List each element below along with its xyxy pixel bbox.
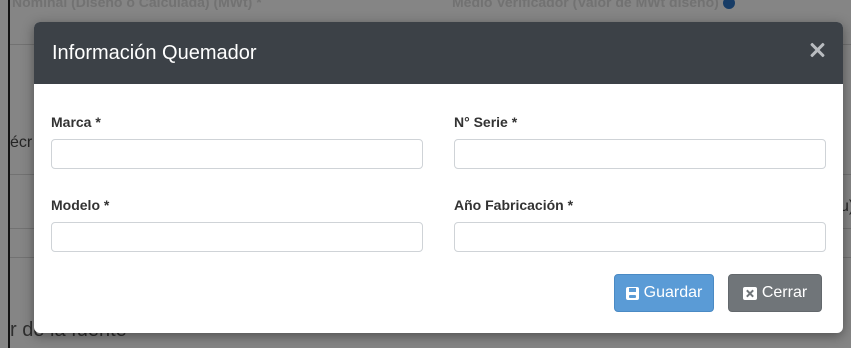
anio-fabricacion-label: Año Fabricación * [454, 197, 574, 213]
modal-title: Información Quemador [52, 42, 257, 64]
serie-label: N° Serie * [454, 114, 518, 130]
modelo-label: Modelo * [51, 197, 110, 213]
guardar-label: Guardar [643, 284, 703, 301]
modal-header: Información Quemador [34, 22, 843, 84]
modelo-input[interactable] [51, 222, 423, 252]
serie-input[interactable] [454, 139, 826, 169]
cerrar-label: Cerrar [761, 284, 808, 301]
x-box-icon [742, 286, 757, 300]
guardar-button[interactable]: Guardar [614, 274, 714, 312]
anio-fabricacion-input[interactable] [454, 222, 826, 252]
marca-label: Marca * [51, 114, 101, 130]
modal-informacion-quemador: Información Quemador Marca * N° Serie * … [34, 22, 843, 333]
floppy-disk-icon [625, 286, 639, 300]
cerrar-button[interactable]: Cerrar [728, 274, 822, 312]
close-icon[interactable] [807, 40, 827, 60]
marca-input[interactable] [51, 139, 423, 169]
